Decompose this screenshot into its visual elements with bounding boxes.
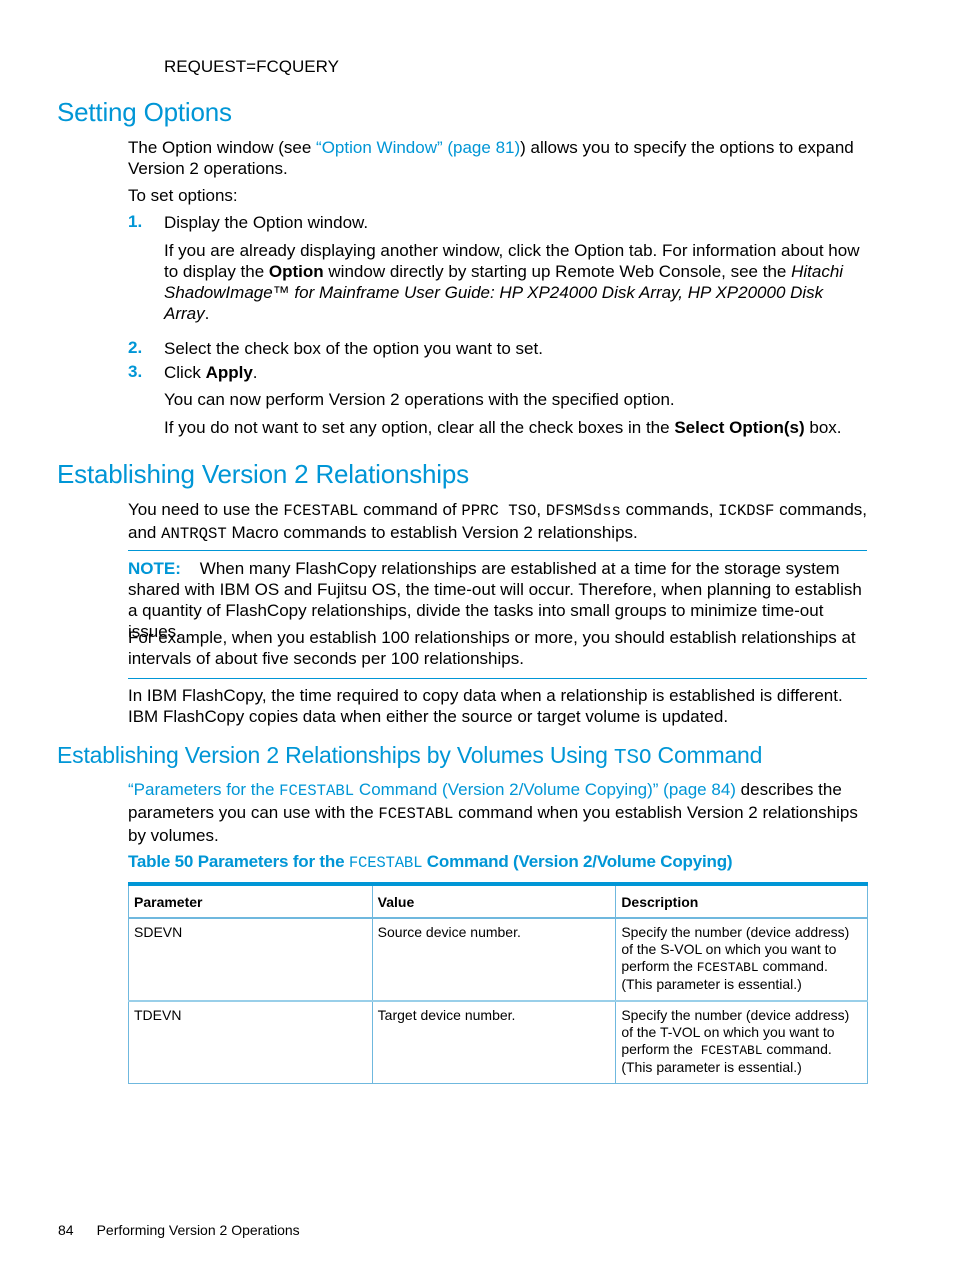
clear-note-text: If you do not want to set any option, cl… bbox=[164, 418, 675, 437]
parameters-table: Parameter Value Description SDEVN Source… bbox=[128, 882, 868, 1084]
link-text: “Parameters for the bbox=[128, 780, 280, 799]
header-parameter: Parameter bbox=[128, 882, 373, 919]
step-1-detail-text-2: window directly by starting up Remote We… bbox=[323, 262, 792, 281]
request-code-line: REQUEST=FCQUERY bbox=[164, 57, 339, 76]
option-bold: Option bbox=[268, 262, 324, 281]
desc-code: FCESTABL bbox=[700, 1043, 763, 1058]
text: commands, bbox=[620, 500, 719, 519]
cell-description: Specify the number (device address) of t… bbox=[615, 1000, 868, 1084]
table-header-row: Parameter Value Description bbox=[128, 882, 868, 919]
note-bottom-rule bbox=[128, 678, 867, 679]
header-description: Description bbox=[615, 882, 868, 919]
code-fcestabl: FCESTABL bbox=[283, 502, 359, 520]
clear-note-end: box. bbox=[804, 418, 842, 437]
step-number-2: 2. bbox=[128, 338, 143, 357]
cell-parameter: SDEVN bbox=[128, 917, 373, 1002]
link-code: FCESTABL bbox=[279, 782, 355, 800]
step-1-detail: If you are already displaying another wi… bbox=[164, 240, 869, 324]
section-heading-by-volumes-tso: Establishing Version 2 Relationships by … bbox=[57, 742, 762, 770]
table-caption: Table 50 Parameters for the FCESTABL Com… bbox=[128, 852, 733, 872]
text: command of bbox=[358, 500, 462, 519]
text: Macro commands to establish Version 2 re… bbox=[226, 523, 638, 542]
to-set-options-label: To set options: bbox=[128, 186, 238, 205]
cell-value: Target device number. bbox=[371, 1000, 617, 1084]
intro-text-start: The Option window (see bbox=[128, 138, 317, 157]
step-1-text: Display the Option window. bbox=[164, 213, 369, 232]
step-number-1: 1. bbox=[128, 212, 143, 231]
step-3-text: Click Apply. bbox=[164, 362, 258, 383]
cell-value: Source device number. bbox=[371, 917, 617, 1002]
caption-text: Table 50 Parameters for the bbox=[128, 852, 349, 871]
code-pprc-tso: PPRC TSO bbox=[461, 502, 537, 520]
select-options-bold: Select Option(s) bbox=[674, 418, 805, 437]
link-text-end: Command (Version 2/Volume Copying)” (pag… bbox=[354, 780, 736, 799]
cell-parameter: TDEVN bbox=[128, 1000, 373, 1084]
section-heading-establishing-relationships: Establishing Version 2 Relationships bbox=[57, 459, 469, 489]
step-number-3: 3. bbox=[128, 362, 143, 381]
text: You need to use the bbox=[128, 500, 284, 519]
flashcopy-paragraph: In IBM FlashCopy, the time required to c… bbox=[128, 686, 843, 726]
heading-code-tso: TSO bbox=[613, 746, 652, 770]
text: , bbox=[536, 500, 546, 519]
heading-text: Establishing Version 2 Relationships by … bbox=[57, 742, 614, 768]
caption-code: FCESTABL bbox=[348, 854, 423, 872]
chapter-title: Performing Version 2 Operations bbox=[96, 1222, 300, 1238]
option-window-link[interactable]: “Option Window” (page 81) bbox=[316, 138, 520, 157]
apply-bold: Apply bbox=[205, 363, 253, 382]
code-dfsmsdss: DFSMSdss bbox=[545, 502, 621, 520]
caption-text-end: Command (Version 2/Volume Copying) bbox=[422, 852, 733, 871]
step-3-click: Click bbox=[164, 363, 206, 382]
setting-options-intro: The Option window (see “Option Window” (… bbox=[128, 137, 873, 179]
note-example: For example, when you establish 100 rela… bbox=[128, 628, 856, 668]
step-3-period: . bbox=[252, 363, 258, 382]
table-row: SDEVN Source device number. Specify the … bbox=[128, 917, 868, 1002]
step-3-clear-note: If you do not want to set any option, cl… bbox=[164, 417, 842, 438]
heading-text-end: Command bbox=[651, 742, 763, 768]
code-ickdsf: ICKDSF bbox=[718, 502, 775, 520]
establishing-intro: You need to use the FCESTABL command of … bbox=[128, 499, 873, 545]
note-top-rule bbox=[128, 550, 867, 551]
header-value: Value bbox=[371, 882, 617, 919]
code-antrqst: ANTRQST bbox=[161, 525, 227, 543]
parameters-table-link[interactable]: “Parameters for the FCESTABL Command (Ve… bbox=[128, 780, 736, 800]
by-volumes-intro: “Parameters for the FCESTABL Command (Ve… bbox=[128, 779, 873, 846]
note-label: NOTE: bbox=[128, 559, 181, 578]
code-fcestabl: FCESTABL bbox=[378, 805, 454, 823]
step-3-followup: You can now perform Version 2 operations… bbox=[164, 390, 675, 409]
table-row: TDEVN Target device number. Specify the … bbox=[128, 1000, 868, 1084]
step-2-text: Select the check box of the option you w… bbox=[164, 339, 543, 358]
desc-code: FCESTABL bbox=[696, 960, 759, 975]
cell-description: Specify the number (device address) of t… bbox=[615, 917, 868, 1002]
step-1-detail-end: . bbox=[204, 304, 210, 323]
page-footer: 84 Performing Version 2 Operations bbox=[58, 1222, 300, 1238]
page-number: 84 bbox=[58, 1222, 74, 1238]
section-heading-setting-options: Setting Options bbox=[57, 97, 232, 127]
